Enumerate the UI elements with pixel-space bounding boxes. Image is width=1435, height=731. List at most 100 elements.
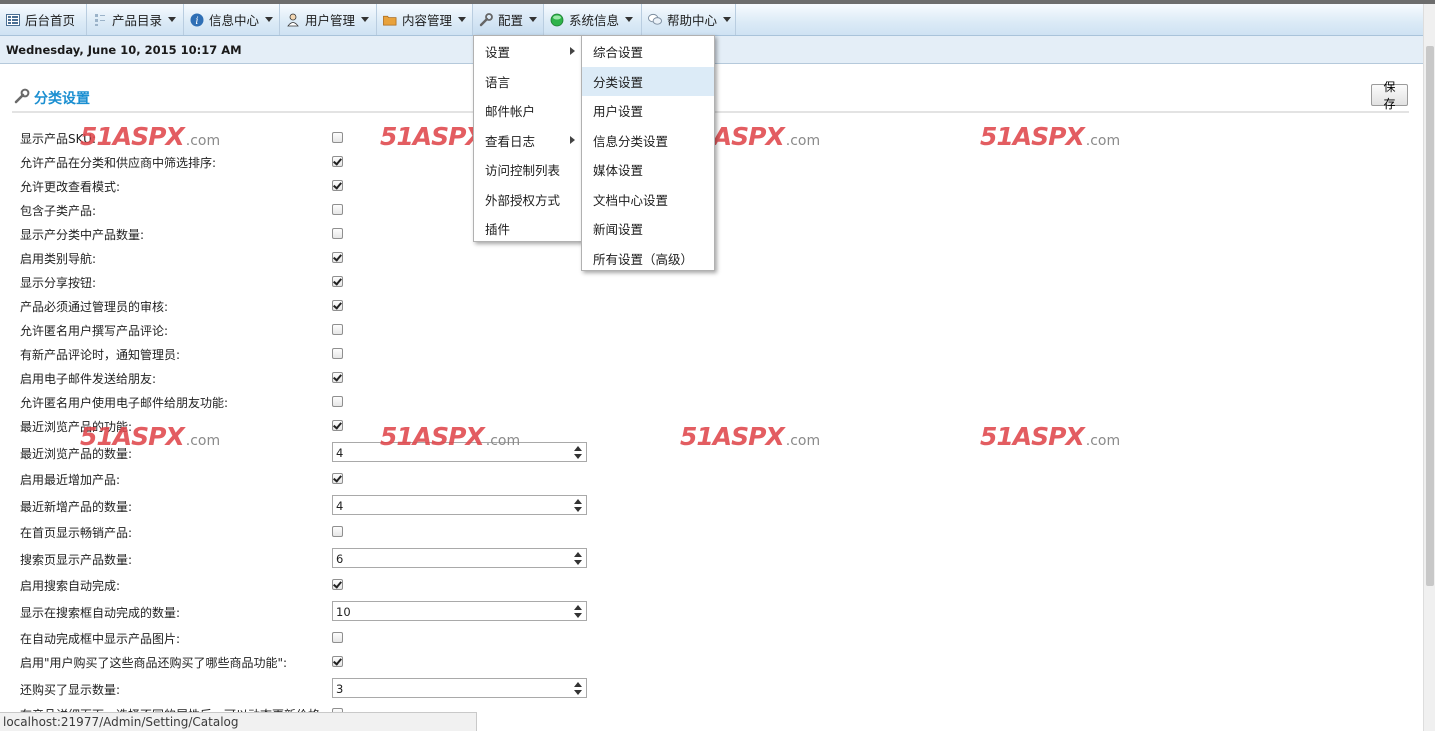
config-menu-item[interactable]: 外部授权方式: [474, 185, 581, 214]
spinner-down-icon[interactable]: [574, 690, 582, 695]
config-menu-item[interactable]: 查看日志: [474, 126, 581, 155]
watermark-logo: 51ASPX.com: [680, 422, 820, 451]
spinner-down-icon[interactable]: [574, 454, 582, 459]
spinner-up-icon[interactable]: [574, 499, 582, 504]
setting-label: 在自动完成框中显示产品图片:: [20, 632, 181, 646]
spinner-up-icon[interactable]: [574, 682, 582, 687]
setting-label: 启用搜索自动完成:: [20, 579, 121, 593]
setting-checkbox[interactable]: [332, 132, 343, 143]
save-button[interactable]: 保存: [1371, 80, 1408, 111]
settings-submenu-item[interactable]: 媒体设置: [582, 155, 714, 184]
config-menu-item[interactable]: 访问控制列表: [474, 155, 581, 184]
folder-icon: [383, 13, 397, 27]
setting-checkbox[interactable]: [332, 526, 343, 537]
nav-item-dashboard[interactable]: 后台首页: [0, 4, 87, 35]
spinner-up-icon[interactable]: [574, 605, 582, 610]
scrollbar-thumb[interactable]: [1426, 46, 1434, 586]
nav-label: 后台首页: [25, 13, 76, 28]
setting-number-input[interactable]: 10: [332, 601, 587, 621]
setting-checkbox[interactable]: [332, 324, 343, 335]
home-grid-icon: [6, 13, 20, 27]
spinner-arrows[interactable]: [574, 604, 583, 619]
spinner-down-icon[interactable]: [574, 507, 582, 512]
setting-checkbox[interactable]: [332, 180, 343, 191]
setting-label: 有新产品评论时，通知管理员:: [20, 348, 181, 362]
svg-text:i: i: [195, 16, 198, 27]
setting-checkbox[interactable]: [332, 300, 343, 311]
spinner-up-icon[interactable]: [574, 446, 582, 451]
chevron-down-icon: [625, 17, 634, 22]
setting-checkbox[interactable]: [332, 348, 343, 359]
menu-item-label: 邮件帐户: [485, 104, 536, 119]
setting-checkbox[interactable]: [332, 473, 343, 484]
spinner-arrows[interactable]: [574, 445, 583, 460]
setting-number-input[interactable]: 6: [332, 548, 587, 568]
chevron-down-icon: [265, 17, 274, 22]
settings-submenu-item[interactable]: 综合设置: [582, 37, 714, 66]
config-menu-item[interactable]: 语言: [474, 67, 581, 96]
spinner-down-icon[interactable]: [574, 560, 582, 565]
setting-checkbox[interactable]: [332, 276, 343, 287]
menu-item-label: 综合设置: [593, 45, 644, 60]
settings-submenu-item[interactable]: 用户设置: [582, 96, 714, 125]
spinner-down-icon[interactable]: [574, 613, 582, 618]
top-navigation-bar: 后台首页 产品目录 i 信息中心 用户管理 内容管理 配置 系统信息 帮助中心: [0, 4, 1423, 36]
spinner-arrows[interactable]: [574, 551, 583, 566]
setting-number-input[interactable]: 3: [332, 678, 587, 698]
settings-submenu-item[interactable]: 分类设置: [582, 66, 714, 96]
setting-checkbox[interactable]: [332, 656, 343, 667]
setting-checkbox[interactable]: [332, 156, 343, 167]
setting-checkbox[interactable]: [332, 372, 343, 383]
setting-label: 显示产分类中产品数量:: [20, 228, 145, 242]
nav-item-info-center[interactable]: i 信息中心: [184, 4, 280, 35]
nav-item-system-info[interactable]: 系统信息: [544, 4, 642, 35]
config-menu-item[interactable]: 设置: [474, 37, 581, 66]
watermark-logo: 51ASPX.com: [980, 122, 1120, 151]
chevron-down-icon: [458, 17, 467, 22]
nav-item-help-center[interactable]: 帮助中心: [642, 4, 736, 35]
nav-label: 帮助中心: [667, 13, 718, 28]
menu-item-label: 插件: [485, 222, 511, 237]
number-input-value: 6: [336, 552, 344, 566]
wrench-icon: [479, 12, 493, 27]
config-menu-item[interactable]: 邮件帐户: [474, 96, 581, 125]
help-chat-icon: [648, 13, 662, 27]
setting-checkbox[interactable]: [332, 632, 343, 643]
setting-label: 允许匿名用户使用电子邮件给朋友功能:: [20, 396, 229, 410]
status-url: localhost:21977/Admin/Setting/Catalog: [3, 715, 239, 729]
setting-checkbox[interactable]: [332, 252, 343, 263]
setting-label: 搜索页显示产品数量:: [20, 553, 133, 567]
setting-checkbox[interactable]: [332, 579, 343, 590]
setting-number-input[interactable]: 4: [332, 495, 587, 515]
setting-label: 最近新增产品的数量:: [20, 500, 133, 514]
settings-submenu-item[interactable]: 所有设置（高级）: [582, 244, 714, 273]
setting-label: 允许匿名用户撰写产品评论:: [20, 324, 169, 338]
green-circle-icon: [550, 13, 564, 27]
setting-checkbox[interactable]: [332, 396, 343, 407]
nav-item-config[interactable]: 配置: [473, 4, 544, 35]
setting-checkbox[interactable]: [332, 420, 343, 431]
settings-submenu-item[interactable]: 信息分类设置: [582, 126, 714, 155]
spinner-arrows[interactable]: [574, 498, 583, 513]
wrench-icon: [14, 88, 30, 108]
setting-label: 最近浏览产品的功能:: [20, 420, 133, 434]
spinner-up-icon[interactable]: [574, 552, 582, 557]
nav-item-catalog[interactable]: 产品目录: [87, 4, 184, 35]
nav-item-user-management[interactable]: 用户管理: [280, 4, 377, 35]
nav-item-content-management[interactable]: 内容管理: [377, 4, 473, 35]
setting-number-input[interactable]: 4: [332, 442, 587, 462]
watermark-suffix: .com: [185, 433, 221, 449]
catalog-icon: [93, 13, 107, 27]
vertical-scrollbar[interactable]: [1423, 4, 1435, 731]
setting-checkbox[interactable]: [332, 204, 343, 215]
nav-label: 配置: [498, 13, 524, 28]
setting-checkbox[interactable]: [332, 228, 343, 239]
menu-item-label: 外部授权方式: [485, 192, 561, 208]
spinner-arrows[interactable]: [574, 681, 583, 696]
info-icon: i: [190, 13, 204, 27]
config-menu-item[interactable]: 插件: [474, 214, 581, 243]
menu-item-label: 分类设置: [593, 74, 644, 90]
watermark-text: 51ASPX: [980, 422, 1085, 451]
settings-submenu-item[interactable]: 文档中心设置: [582, 185, 714, 214]
settings-submenu-item[interactable]: 新闻设置: [582, 214, 714, 243]
